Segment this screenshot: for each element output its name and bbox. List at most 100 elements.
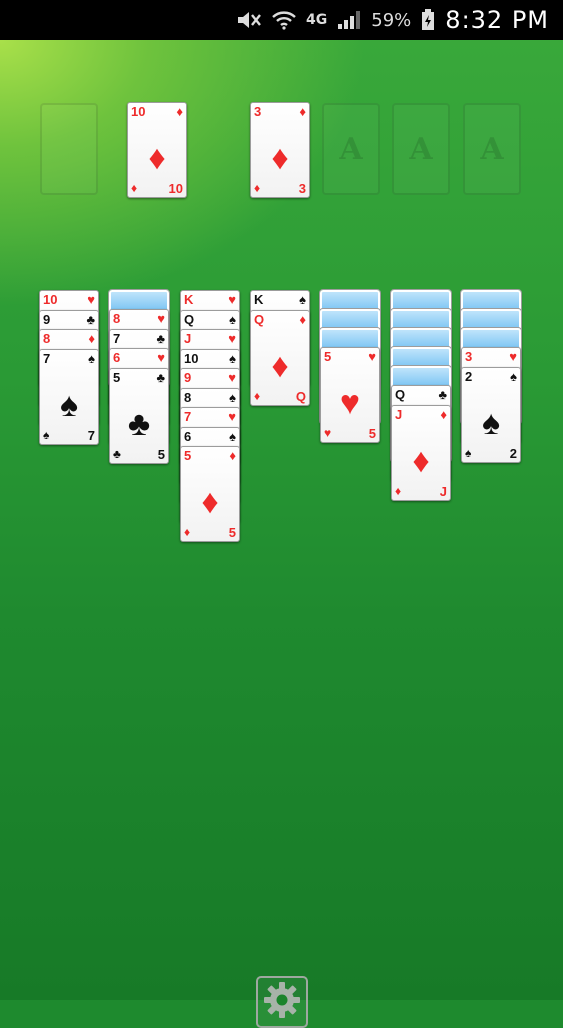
- tableau-card[interactable]: 5 ♦ ♦ ♦ 5: [180, 446, 240, 542]
- diamonds-suit-icon: ♦: [88, 331, 95, 346]
- hearts-suit-icon: ♥: [509, 349, 517, 364]
- diamonds-suit-icon: ♦: [201, 483, 219, 521]
- card-rank: 3: [254, 104, 262, 119]
- hearts-suit-icon: ♥: [228, 292, 236, 307]
- hearts-suit-icon: ♥: [228, 409, 236, 424]
- clubs-suit-icon: ♣: [156, 330, 165, 346]
- hearts-suit-icon: ♥: [87, 292, 95, 307]
- diamonds-suit-icon: ♦: [395, 483, 402, 498]
- spades-suit-icon: ♠: [229, 311, 236, 327]
- card-rank: 10: [184, 350, 199, 366]
- hearts-suit-icon: ♥: [228, 331, 236, 346]
- hearts-suit-icon: ♥: [228, 370, 236, 385]
- diamonds-suit-icon: ♦: [229, 448, 236, 463]
- card-rank: 3: [298, 181, 306, 196]
- stock-pile[interactable]: [40, 103, 98, 195]
- tableau-card[interactable]: J ♦ ♦ ♦ J: [391, 404, 451, 501]
- foundation-pile-4[interactable]: A: [463, 103, 521, 195]
- diamonds-suit-icon: ♦: [271, 346, 289, 385]
- signal-icon: [337, 10, 361, 30]
- card-rank: 3: [465, 349, 473, 364]
- card-rank: 8: [184, 389, 192, 405]
- diamonds-suit-icon: ♦: [254, 388, 261, 403]
- spades-suit-icon: ♠: [510, 368, 517, 384]
- card-rank: 5: [228, 525, 236, 540]
- card-rank: 2: [509, 445, 517, 461]
- card-rank: Q: [395, 387, 406, 402]
- card-rank: 10: [168, 181, 183, 196]
- card-rank: J: [395, 406, 403, 422]
- network-4g-icon: 4G: [306, 12, 328, 28]
- battery-charging-icon: [421, 9, 435, 31]
- spades-suit-icon: ♠: [481, 403, 501, 442]
- card-rank: 6: [113, 350, 121, 365]
- spades-suit-icon: ♠: [88, 350, 95, 366]
- foundation-pile-2[interactable]: A: [322, 103, 380, 195]
- diamonds-suit-icon: ♦: [148, 139, 166, 177]
- card-rank: 6: [184, 428, 192, 444]
- card-rank: Q: [254, 311, 265, 327]
- hearts-suit-icon: ♥: [339, 384, 361, 422]
- hearts-suit-icon: ♥: [157, 350, 165, 365]
- settings-button[interactable]: [256, 976, 308, 1028]
- clubs-suit-icon: ♣: [86, 311, 95, 327]
- spades-suit-icon: ♠: [229, 428, 236, 444]
- mute-icon: [236, 10, 262, 30]
- card-rank: 8: [113, 311, 121, 326]
- tableau-card[interactable]: 5 ♥ ♥ ♥ 5: [320, 347, 380, 443]
- tableau-card[interactable]: 7 ♠ ♠ ♠ 7: [39, 348, 99, 445]
- diamonds-suit-icon: ♦: [299, 104, 306, 119]
- card-rank: Q: [184, 311, 195, 327]
- battery-percent: 59%: [371, 9, 412, 31]
- game-table: 10♦♦♦103♦♦♦3AAA10♥♥♥109♣♣♣98♦♦♦87♠♠♠78♥♥…: [0, 40, 563, 1028]
- spades-suit-icon: ♠: [229, 350, 236, 366]
- card-rank: 7: [184, 409, 192, 424]
- card-rank: 8: [43, 331, 51, 346]
- gear-icon: [262, 980, 302, 1025]
- card-rank: 9: [43, 311, 51, 327]
- status-bar: 4G 59% 8:32 PM: [0, 0, 563, 40]
- card-rank: 5: [157, 446, 165, 462]
- card-rank: 5: [184, 448, 192, 463]
- card-rank: Q: [295, 388, 306, 404]
- clock: 8:32 PM: [445, 6, 549, 34]
- diamonds-suit-icon: ♦: [412, 441, 430, 480]
- tableau-card[interactable]: 2 ♠ ♠ ♠ 2: [461, 366, 521, 463]
- card-rank: 2: [465, 368, 473, 384]
- tableau-card[interactable]: Q ♦ ♦ ♦ Q: [250, 309, 310, 406]
- spades-suit-icon: ♠: [229, 389, 236, 405]
- foundation-card[interactable]: 3 ♦ ♦ ♦ 3: [250, 102, 310, 198]
- diamonds-suit-icon: ♦: [176, 104, 183, 119]
- diamonds-suit-icon: ♦: [131, 181, 138, 195]
- card-rank: 7: [43, 350, 51, 366]
- clubs-suit-icon: ♣: [438, 387, 447, 402]
- card-rank: J: [184, 331, 192, 346]
- foundation-placeholder: A: [339, 131, 363, 167]
- foundation-placeholder: A: [480, 131, 504, 167]
- spades-suit-icon: ♠: [59, 385, 79, 424]
- tableau-card[interactable]: 5 ♣ ♣ ♣ 5: [109, 367, 169, 464]
- card-rank: 5: [324, 349, 332, 364]
- card-rank: 9: [184, 370, 192, 385]
- card-rank: 7: [113, 330, 121, 346]
- wifi-icon: [272, 10, 296, 30]
- diamonds-suit-icon: ♦: [271, 139, 289, 177]
- diamonds-suit-icon: ♦: [254, 181, 261, 195]
- waste-card[interactable]: 10 ♦ ♦ ♦ 10: [127, 102, 187, 198]
- spades-suit-icon: ♠: [299, 292, 306, 307]
- diamonds-suit-icon: ♦: [440, 406, 447, 422]
- card-rank: 10: [131, 104, 146, 119]
- card-rank: 7: [87, 427, 95, 443]
- card-rank: K: [184, 292, 194, 307]
- foundation-pile-3[interactable]: A: [392, 103, 450, 195]
- clubs-suit-icon: ♣: [127, 404, 151, 443]
- card-rank: 10: [43, 292, 58, 307]
- clubs-suit-icon: ♣: [113, 446, 121, 461]
- card-rank: 5: [368, 426, 376, 441]
- spades-suit-icon: ♠: [43, 427, 50, 442]
- card-rank: J: [439, 483, 447, 499]
- foundation-placeholder: A: [409, 131, 433, 167]
- diamonds-suit-icon: ♦: [184, 525, 191, 539]
- spades-suit-icon: ♠: [465, 445, 472, 460]
- hearts-suit-icon: ♥: [324, 426, 332, 440]
